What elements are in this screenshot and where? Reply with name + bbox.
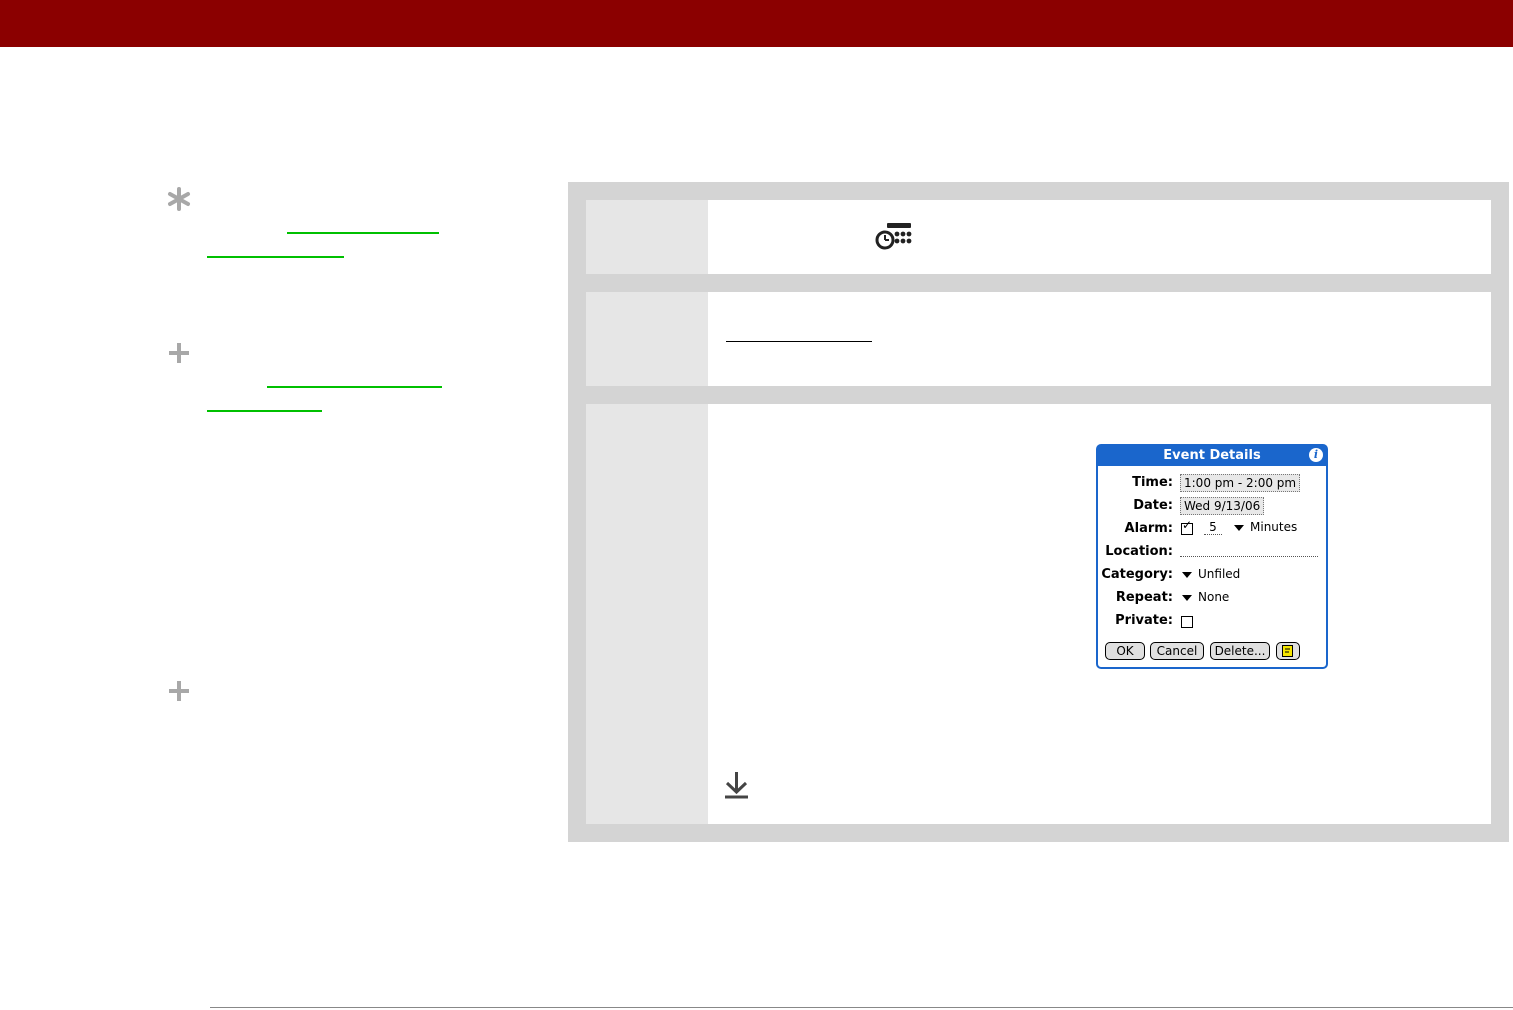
info-icon[interactable]: i [1309,448,1323,462]
date-label: Date: [1133,498,1173,513]
time-selector[interactable]: 1:00 pm - 2:00 pm [1180,474,1301,492]
alarm-checkbox[interactable]: ✓ [1181,518,1193,535]
note-button[interactable] [1276,642,1300,660]
step-3-number-cell [586,404,708,824]
plus-icon [169,343,189,363]
footer-rule [210,1007,1513,1008]
sidebar-link-2a[interactable] [267,386,442,388]
date-selector[interactable]: Wed 9/13/06 [1180,497,1265,515]
cancel-button[interactable]: Cancel [1150,642,1204,660]
private-checkbox[interactable] [1181,616,1193,628]
dropdown-arrow-icon [1182,571,1192,578]
alarm-unit-value: Minutes [1250,520,1298,534]
download-arrow-icon [725,772,748,799]
category-value: Unfiled [1198,567,1241,581]
step-2 [586,292,1491,386]
step-2-number-cell [586,292,708,386]
step-1-number-cell [586,200,708,274]
clock-menu-icon[interactable] [875,222,913,250]
private-label: Private: [1115,613,1173,628]
dropdown-arrow-icon [1182,594,1192,601]
event-details-dialog: Event Details i Time: 1:00 pm - 2:00 pm … [1096,444,1328,669]
sidebar-link-1a[interactable] [287,232,439,234]
step-3 [586,404,1491,824]
step-2-link-underline[interactable] [726,341,872,342]
repeat-label: Repeat: [1115,590,1173,605]
sidebar-link-1b[interactable] [207,256,344,258]
alarm-label: Alarm: [1124,521,1173,536]
ok-button[interactable]: OK [1105,642,1145,660]
category-picker[interactable]: Unfiled [1182,567,1240,581]
category-label: Category: [1101,567,1173,582]
dropdown-arrow-icon [1234,524,1244,531]
location-label: Location: [1105,544,1173,559]
note-icon [1282,645,1293,657]
repeat-value: None [1198,590,1230,604]
time-label: Time: [1132,475,1173,490]
dialog-title: Event Details [1098,446,1326,466]
repeat-picker[interactable]: None [1182,590,1229,604]
location-field[interactable] [1180,556,1318,557]
delete-button[interactable]: Delete... [1210,642,1270,660]
sidebar-link-2b[interactable] [207,410,322,412]
plus-icon [169,681,189,701]
check-mark-icon: ✓ [1182,518,1193,532]
alarm-amount-field[interactable]: 5 [1204,520,1222,535]
alarm-unit-picker[interactable]: Minutes [1234,520,1297,534]
asterisk-icon [168,187,190,211]
header-bar [0,0,1513,47]
step-1 [586,200,1491,274]
